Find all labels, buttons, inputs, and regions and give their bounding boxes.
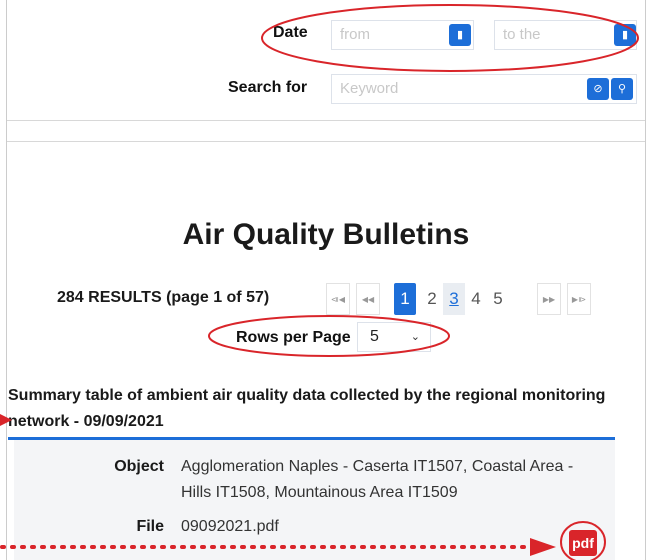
search-label: Search for — [228, 79, 308, 96]
page-5-button[interactable]: 5 — [488, 283, 508, 315]
object-value: Agglomeration Naples - Caserta IT1507, C… — [181, 458, 574, 501]
page-2-button[interactable]: 2 — [422, 283, 442, 315]
first-page-button[interactable]: ⧏◀ — [326, 283, 350, 315]
file-name[interactable]: 09092021.pdf — [181, 514, 279, 540]
calendar-to-icon[interactable]: ▮ — [614, 24, 636, 46]
prev-page-button[interactable]: ◀◀ — [356, 283, 380, 315]
rows-per-page-value: 5 — [370, 328, 379, 345]
calendar-from-icon[interactable]: ▮ — [449, 24, 471, 46]
bulletin-summary[interactable]: Summary table of ambient air quality dat… — [8, 383, 628, 435]
search-icon[interactable]: ⚲ — [611, 78, 633, 100]
page-1-button[interactable]: 1 — [394, 283, 416, 315]
page-4-button[interactable]: 4 — [466, 283, 486, 315]
rows-per-page-label: Rows per Page — [236, 329, 351, 346]
last-page-button[interactable]: ▶⧐ — [567, 283, 591, 315]
next-page-button[interactable]: ▶▶ — [537, 283, 561, 315]
results-count: 284 RESULTS (page 1 of 57) — [57, 289, 270, 306]
object-label: Object — [114, 458, 164, 475]
chevron-down-icon: ⌄ — [410, 331, 420, 343]
clear-icon[interactable]: ⊘ — [587, 78, 609, 100]
rows-per-page-select[interactable]: 5 ⌄ — [357, 322, 431, 352]
date-label: Date — [273, 24, 308, 41]
page-title: Air Quality Bulletins — [182, 218, 470, 251]
file-label: File — [136, 518, 164, 535]
divider — [7, 141, 645, 142]
divider — [7, 120, 645, 121]
pdf-icon[interactable]: pdf — [569, 530, 597, 556]
page-3-button[interactable]: 3 — [443, 283, 465, 315]
